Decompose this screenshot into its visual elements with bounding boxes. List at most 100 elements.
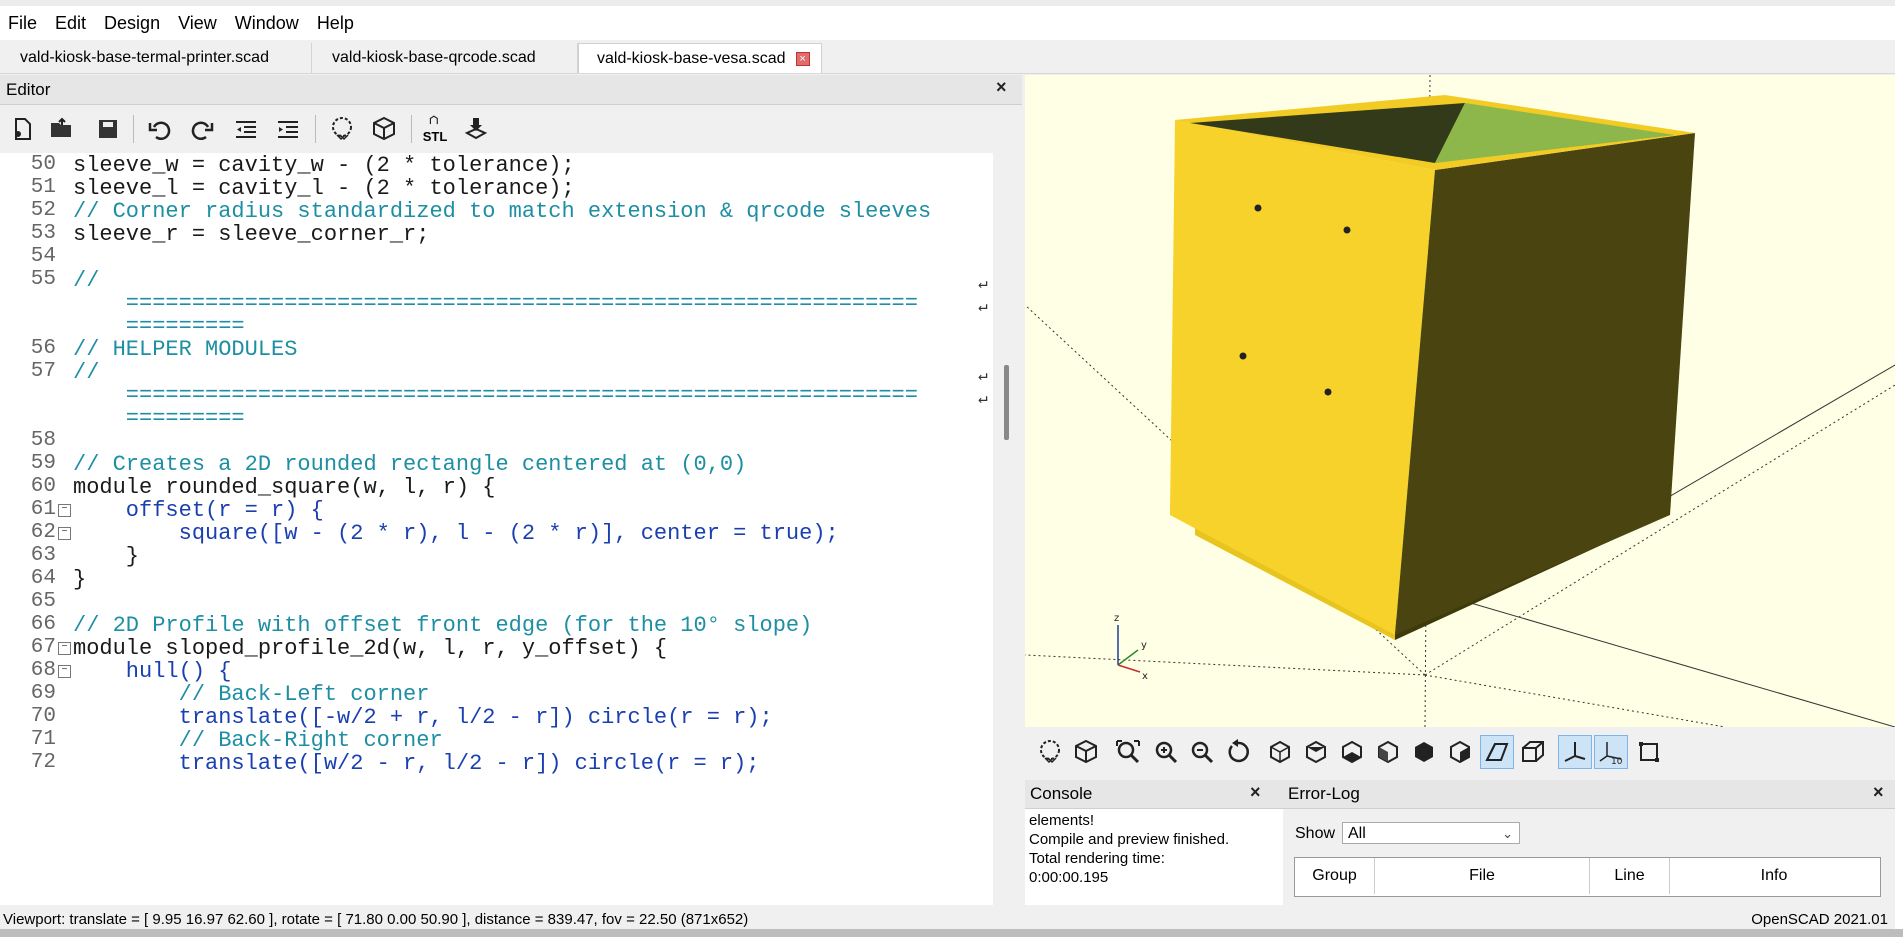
undo-icon[interactable] [144, 113, 176, 145]
preview-icon[interactable] [326, 113, 358, 145]
zoom-in-icon[interactable] [1149, 735, 1183, 769]
box-front-face [1170, 120, 1435, 635]
console-line: Total rendering time: [1029, 850, 1165, 867]
code-comment: // 2D Profile with offset front edge (fo… [73, 613, 813, 638]
code-line: hull() { [73, 659, 232, 684]
indent-icon[interactable] [272, 113, 304, 145]
menu-file[interactable]: File [0, 6, 46, 40]
column-header-group[interactable]: Group [1295, 858, 1375, 894]
menu-help[interactable]: Help [308, 6, 363, 40]
perspective-icon[interactable] [1480, 735, 1514, 769]
line-number: 70 [30, 705, 56, 728]
line-number: 63 [30, 544, 56, 567]
zoom-out-icon[interactable] [1185, 735, 1219, 769]
render-icon[interactable] [368, 113, 400, 145]
line-number: 69 [30, 682, 56, 705]
tab-termal-printer[interactable]: vald-kiosk-base-termal-printer.scad [2, 43, 312, 73]
tab-qrcode[interactable]: vald-kiosk-base-qrcode.scad [314, 43, 578, 73]
show-axes-icon[interactable] [1558, 735, 1592, 769]
console-output[interactable]: elements! Compile and preview finished. … [1025, 809, 1287, 905]
close-editor-icon[interactable]: × [996, 77, 1007, 98]
close-console-icon[interactable]: × [1250, 782, 1261, 803]
tab-vesa[interactable]: vald-kiosk-base-vesa.scad × [578, 43, 822, 73]
view-right-icon[interactable] [1263, 735, 1297, 769]
save-icon[interactable] [92, 113, 124, 145]
line-number: 60 [30, 475, 56, 498]
view-top-icon[interactable] [1299, 735, 1333, 769]
console-line: elements! [1029, 812, 1095, 829]
code-comment: // Creates a 2D rounded rectangle center… [73, 452, 747, 477]
new-file-icon[interactable] [6, 113, 38, 145]
editor-scrollbar[interactable] [995, 153, 1022, 905]
menu-view[interactable]: View [169, 6, 226, 40]
menu-edit[interactable]: Edit [46, 6, 95, 40]
column-header-file[interactable]: File [1375, 858, 1590, 894]
fold-marker-icon[interactable]: − [58, 642, 71, 655]
orthogonal-icon[interactable] [1516, 735, 1550, 769]
open-file-icon[interactable] [46, 113, 78, 145]
line-number: 50 [30, 153, 56, 176]
line-number: 51 [30, 176, 56, 199]
view-left-icon[interactable] [1371, 735, 1405, 769]
viewport-status: Viewport: translate = [ 9.95 16.97 62.60… [3, 911, 749, 928]
fold-marker-icon[interactable]: − [58, 527, 71, 540]
send-to-print-icon[interactable] [460, 113, 492, 145]
reset-view-icon[interactable] [1221, 735, 1255, 769]
line-number: 58 [30, 429, 56, 452]
code-line: offset(r = r) { [73, 498, 324, 523]
model-render: z y x [1025, 75, 1895, 727]
menu-window[interactable]: Window [226, 6, 308, 40]
fold-marker-icon[interactable]: − [58, 665, 71, 678]
code-line: sleeve_r = sleeve_corner_r; [73, 222, 430, 247]
line-number: 65 [30, 590, 56, 613]
line-number: 67 [30, 636, 56, 659]
errorlog-panel-title: Error-Log × [1283, 780, 1895, 809]
code-line: translate([w/2 - r, l/2 - r]) circle(r =… [73, 751, 760, 776]
menu-design[interactable]: Design [95, 6, 169, 40]
redo-icon[interactable] [186, 113, 218, 145]
code-comment: // [73, 268, 100, 293]
render-icon[interactable] [1069, 735, 1103, 769]
tab-label: vald-kiosk-base-vesa.scad [597, 49, 786, 67]
errorlog-table: Group File Line Info [1294, 857, 1881, 897]
code-line: sleeve_w = cavity_w - (2 * tolerance); [73, 153, 575, 178]
3d-viewport[interactable]: z y x [1025, 75, 1895, 727]
preview-icon[interactable] [1033, 735, 1067, 769]
viewport-toolbar: 10 [1025, 727, 1895, 777]
show-scale-markers-icon[interactable]: 10 [1594, 735, 1628, 769]
export-stl-icon[interactable]: STL [419, 113, 451, 145]
code-line: module rounded_square(w, l, r) { [73, 475, 496, 500]
column-header-line[interactable]: Line [1590, 858, 1670, 894]
close-errorlog-icon[interactable]: × [1873, 782, 1884, 803]
code-comment: // [73, 360, 100, 385]
column-header-info[interactable]: Info [1670, 858, 1878, 894]
code-comment: ========================================… [73, 383, 918, 408]
editor-title: Editor [6, 79, 51, 99]
toolbar-separator [411, 115, 412, 143]
line-number: 59 [30, 452, 56, 475]
line-number: 61 [30, 498, 56, 521]
console-line: Compile and preview finished. [1029, 831, 1230, 848]
line-number: 57 [30, 360, 56, 383]
code-comment: ========= [73, 314, 245, 339]
editor-scrollbar-thumb[interactable] [1004, 365, 1009, 440]
show-filter-select[interactable]: All ⌄ [1342, 822, 1520, 844]
line-number: 52 [30, 199, 56, 222]
view-back-icon[interactable] [1443, 735, 1477, 769]
tab-label: vald-kiosk-base-qrcode.scad [332, 49, 536, 66]
view-bottom-icon[interactable] [1335, 735, 1369, 769]
unindent-icon[interactable] [230, 113, 262, 145]
code-editor[interactable]: 50 sleeve_w = cavity_w - (2 * tolerance)… [0, 153, 993, 905]
code-comment: ========= [73, 406, 245, 431]
view-front-icon[interactable] [1407, 735, 1441, 769]
view-all-icon[interactable] [1111, 735, 1145, 769]
tab-bar: vald-kiosk-base-termal-printer.scad vald… [0, 40, 1895, 74]
window-edge [1895, 0, 1903, 937]
fold-marker-icon[interactable]: − [58, 504, 71, 517]
wrap-indicator-icon: ↵ [978, 367, 988, 385]
status-bar: Viewport: translate = [ 9.95 16.97 62.60… [0, 909, 1895, 929]
code-line: } [73, 567, 87, 592]
show-edges-icon[interactable] [1632, 735, 1666, 769]
version-label: OpenSCAD 2021.01 [1751, 911, 1888, 928]
close-tab-icon[interactable]: × [795, 51, 810, 66]
